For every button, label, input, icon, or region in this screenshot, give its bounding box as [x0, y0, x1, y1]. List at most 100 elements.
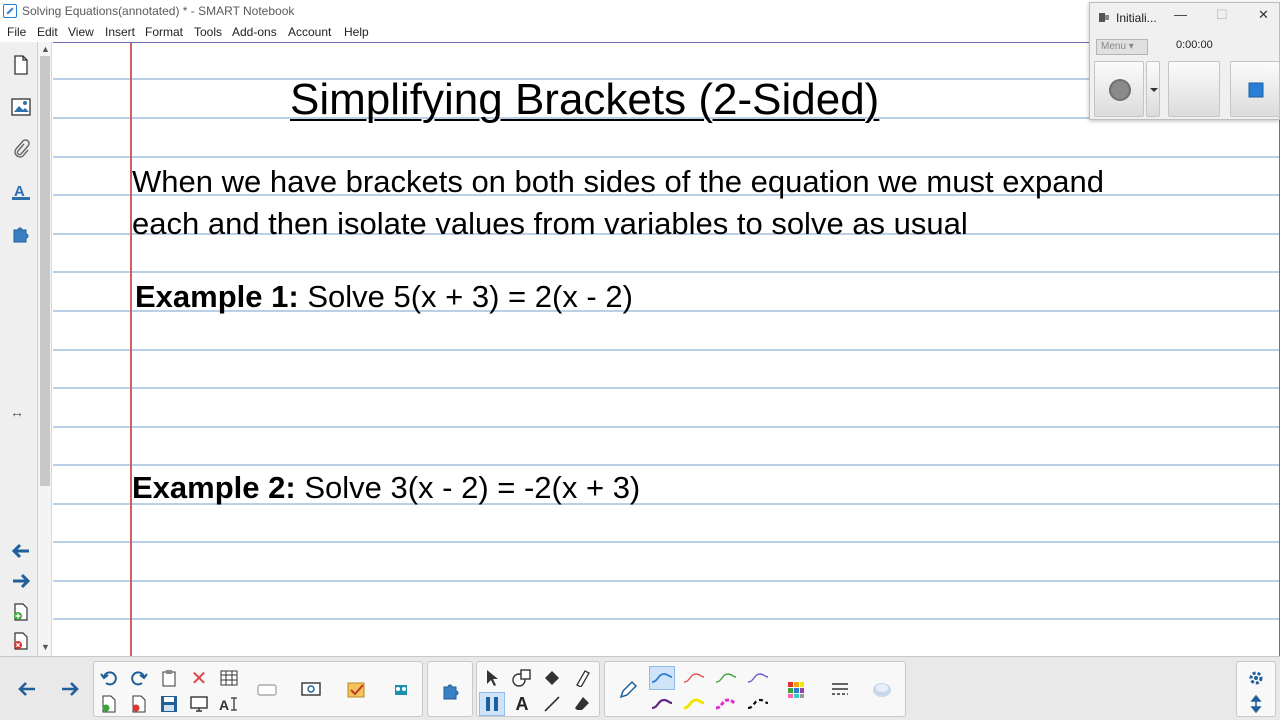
line-tool-icon[interactable] [539, 692, 565, 716]
settings-gear-icon[interactable] [1243, 666, 1269, 690]
add-ons-icon[interactable] [8, 220, 34, 246]
page-title[interactable]: Simplifying Brackets (2-Sided) [290, 75, 879, 125]
page-sorter-icon[interactable] [8, 52, 34, 78]
save-icon[interactable] [156, 692, 182, 716]
attachments-icon[interactable] [8, 136, 34, 162]
fill-effects-icon[interactable] [869, 678, 895, 702]
delete-icon[interactable]: ✕ [186, 666, 212, 690]
pen-style-red-icon[interactable] [681, 666, 707, 690]
menu-add-ons[interactable]: Add-ons [232, 25, 277, 39]
menu-account[interactable]: Account [288, 25, 331, 39]
smart-notebook-app-icon [3, 4, 17, 18]
delete-page-icon[interactable] [126, 692, 152, 716]
pen-style-green-icon[interactable] [713, 666, 739, 690]
text-recognition-icon[interactable]: A [216, 692, 242, 716]
example-1-label: Example 1: [135, 279, 299, 314]
add-page-icon[interactable] [8, 599, 34, 625]
table-icon[interactable] [216, 666, 242, 690]
paste-icon[interactable] [156, 666, 182, 690]
rule-line [53, 618, 1279, 620]
rule-line [53, 271, 1279, 273]
delete-page-icon[interactable] [8, 628, 34, 654]
scroll-up-arrow-icon[interactable]: ▲ [41, 44, 50, 54]
color-palette-icon[interactable] [783, 678, 809, 702]
recorder-menu-dropdown[interactable]: Menu ▾ [1096, 39, 1148, 55]
record-button[interactable] [1094, 61, 1144, 117]
resize-sidebar-icon[interactable]: ↔ [10, 404, 24, 420]
scroll-thumb[interactable] [40, 56, 50, 486]
magic-pen-icon[interactable] [569, 666, 595, 690]
menu-insert[interactable]: Insert [105, 25, 135, 39]
fill-icon[interactable] [539, 666, 565, 690]
screen-capture-icon[interactable] [298, 678, 324, 702]
rule-line [53, 426, 1279, 428]
move-toolbar-icon[interactable] [1243, 692, 1269, 716]
response-icon[interactable] [344, 678, 370, 702]
stop-button[interactable] [1230, 61, 1280, 117]
rule-line [53, 349, 1279, 351]
recorder-app-icon [1099, 13, 1109, 22]
intro-line-1: When we have brackets on both sides of t… [132, 164, 1104, 199]
select-arrow-icon[interactable] [479, 666, 505, 690]
window-title: Solving Equations(annotated) * - SMART N… [22, 4, 295, 18]
menu-edit[interactable]: Edit [37, 25, 58, 39]
example-2[interactable]: Example 2: Solve 3(x - 2) = -2(x + 3) [132, 470, 640, 506]
pause-button[interactable] [1168, 61, 1220, 117]
menu-file[interactable]: File [7, 25, 26, 39]
menu-bar: File Edit View Insert Format Tools Add-o… [0, 22, 1100, 42]
properties-icon[interactable]: A [8, 178, 34, 204]
pen-style-blue-icon[interactable] [649, 666, 675, 690]
previous-page-icon[interactable] [8, 538, 34, 564]
rule-line [53, 541, 1279, 543]
menu-format[interactable]: Format [145, 25, 183, 39]
menu-tools[interactable]: Tools [194, 25, 222, 39]
pen-style-black-dashed-icon[interactable] [745, 692, 771, 716]
minimize-icon[interactable]: — [1174, 7, 1187, 22]
menu-view[interactable]: View [68, 25, 94, 39]
undo-icon[interactable] [96, 666, 122, 690]
gallery-icon[interactable] [8, 94, 34, 120]
lab-activity-icon[interactable] [388, 678, 414, 702]
left-sidebar: A ↔ [0, 42, 38, 656]
redo-icon[interactable] [126, 666, 152, 690]
close-icon[interactable]: ✕ [1258, 7, 1269, 23]
recorder-time: 0:00:00 [1176, 39, 1213, 51]
shapes-icon[interactable] [509, 666, 535, 690]
next-page-icon[interactable] [8, 568, 34, 594]
highlighter-yellow-icon[interactable] [681, 692, 707, 716]
pen-icon[interactable] [615, 678, 641, 702]
example-1-equation: Solve 5(x + 3) = 2(x - 2) [298, 279, 633, 314]
record-options-dropdown[interactable] [1146, 61, 1160, 117]
toolbar-group-add-ons [427, 661, 473, 717]
eraser-icon[interactable] [569, 692, 595, 716]
menu-help[interactable]: Help [344, 25, 369, 39]
scroll-down-arrow-icon[interactable]: ▼ [41, 642, 50, 652]
display-screen-icon[interactable] [186, 692, 212, 716]
line-style-icon[interactable] [827, 678, 853, 702]
example-2-label: Example 2: [132, 470, 296, 505]
maximize-icon[interactable]: ☐ [1216, 7, 1228, 23]
screen-shade-icon[interactable] [254, 678, 280, 702]
notebook-canvas[interactable]: Simplifying Brackets (2-Sided) When we h… [53, 42, 1280, 656]
highlighter-magenta-icon[interactable] [713, 692, 739, 716]
rule-line [53, 387, 1279, 389]
example-1[interactable]: Example 1: Solve 5(x + 3) = 2(x - 2) [135, 279, 633, 315]
vertical-scrollbar[interactable]: ▲ ▼ [38, 42, 52, 656]
toolbar-group-select: A [476, 661, 600, 717]
pen-style-purple-thick-icon[interactable] [649, 692, 675, 716]
recorder-title: Initiali... [1116, 11, 1157, 25]
toolbar-group-edit: ✕ A [93, 661, 423, 717]
rule-line [53, 580, 1279, 582]
next-page-button[interactable] [57, 677, 83, 701]
previous-page-button[interactable] [14, 677, 40, 701]
add-ons-puzzle-icon[interactable] [438, 678, 464, 702]
intro-text[interactable]: When we have brackets on both sides of t… [132, 161, 1232, 245]
intro-line-2: each and then isolate values from variab… [132, 206, 968, 241]
pen-style-purple-icon[interactable] [745, 666, 771, 690]
recorder-menu-label: Menu [1101, 41, 1127, 52]
example-2-equation: Solve 3(x - 2) = -2(x + 3) [295, 470, 641, 505]
add-page-icon[interactable] [96, 692, 122, 716]
text-tool-icon[interactable]: A [509, 692, 535, 716]
window-titlebar: Solving Equations(annotated) * - SMART N… [0, 0, 1280, 22]
pen-tool-icon[interactable] [479, 692, 505, 716]
